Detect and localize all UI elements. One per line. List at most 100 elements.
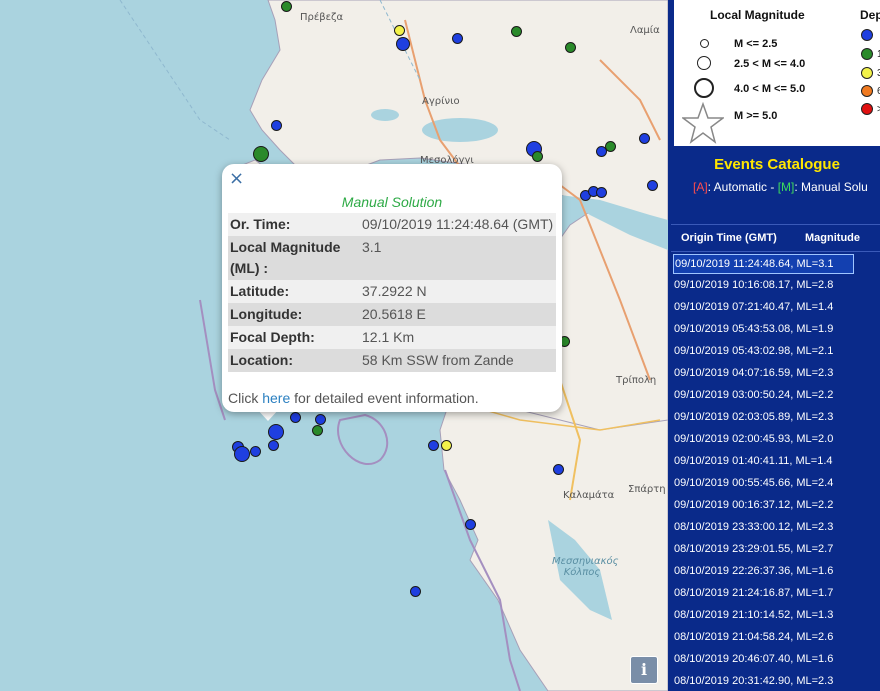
legend-depth-title: Dep (860, 8, 880, 22)
place-sparti: Σπάρτη (628, 484, 666, 495)
detail-value: 12.1 Km (362, 329, 415, 345)
close-icon[interactable]: × (229, 170, 244, 188)
popup-details-table: Or. Time: 09/10/2019 11:24:48.64 (GMT) L… (228, 213, 556, 372)
footer-post: for detailed event information. (290, 390, 479, 406)
detail-row: Focal Depth: 12.1 Km (228, 326, 556, 349)
quake-marker[interactable] (511, 26, 522, 37)
quake-marker[interactable] (271, 120, 282, 131)
quake-marker[interactable] (605, 141, 616, 152)
detail-value: 37.2922 N (362, 283, 427, 299)
automatic-text: : Automatic - (707, 180, 778, 194)
quake-marker[interactable] (250, 446, 261, 457)
event-row[interactable]: 09/10/2019 02:00:45.93, ML=2.0 (673, 430, 852, 448)
depth-dot-blue (861, 29, 873, 41)
quake-marker[interactable] (639, 133, 650, 144)
side-panel: Local Magnitude Dep M <= 2.5 2.5 < M <= … (668, 0, 880, 691)
quake-marker[interactable] (315, 414, 326, 425)
event-row[interactable]: 09/10/2019 00:16:37.12, ML=2.2 (673, 496, 852, 514)
event-row[interactable]: 08/10/2019 20:31:42.90, ML=2.3 (673, 672, 852, 690)
quake-marker[interactable] (452, 33, 463, 44)
legend-row: M >= 5.0 (734, 110, 778, 122)
catalogue-title: Events Catalogue (714, 156, 840, 173)
place-preveza: Πρέβεζα (300, 12, 344, 23)
event-popup: × Manual Solution Or. Time: 09/10/2019 1… (222, 164, 562, 412)
event-row[interactable]: 08/10/2019 22:26:37.36, ML=1.6 (673, 562, 852, 580)
detail-label: Local Magnitude (ML) : (230, 239, 341, 276)
quake-marker[interactable] (441, 440, 452, 451)
detail-row: Latitude: 37.2922 N (228, 280, 556, 303)
place-kalamata: Καλαμάτα (563, 490, 615, 501)
depth-dot-green (861, 48, 873, 60)
legend-title: Local Magnitude (710, 8, 805, 22)
quake-marker[interactable] (647, 180, 658, 191)
legend-circle-large (694, 78, 714, 98)
quake-marker[interactable] (596, 187, 607, 198)
place-messiniakos: Μεσσηνιακός Κόλπος (552, 556, 619, 578)
quake-marker[interactable] (428, 440, 439, 451)
event-row[interactable]: 08/10/2019 20:46:07.40, ML=1.6 (673, 650, 852, 668)
popup-title: Manual Solution (341, 194, 443, 210)
footer-pre: Click (228, 390, 263, 406)
popup-footer: Click here for detailed event informatio… (228, 390, 479, 406)
quake-marker[interactable] (253, 146, 269, 162)
event-row[interactable]: 09/10/2019 11:24:48.64, ML=3.1 (673, 254, 854, 274)
detail-row: Or. Time: 09/10/2019 11:24:48.64 (GMT) (228, 213, 556, 236)
quake-marker[interactable] (532, 151, 543, 162)
event-row[interactable]: 08/10/2019 21:04:58.24, ML=2.6 (673, 628, 852, 646)
event-row[interactable]: 08/10/2019 23:29:01.55, ML=2.7 (673, 540, 852, 558)
legend-row: 4.0 < M <= 5.0 (734, 83, 806, 95)
manual-tag: [M] (777, 180, 795, 194)
detail-label: Location: (230, 352, 293, 368)
quake-marker[interactable] (565, 42, 576, 53)
event-row[interactable]: 09/10/2019 10:16:08.17, ML=2.8 (673, 276, 852, 294)
column-origin-time[interactable]: Origin Time (GMT) (681, 232, 777, 244)
detail-value: 58 Km SSW from Zande (362, 352, 514, 368)
event-row[interactable]: 09/10/2019 04:07:16.59, ML=2.3 (673, 364, 852, 382)
depth-dot-red (861, 103, 873, 115)
map-view[interactable]: Πρέβεζα Λαμία Αγρίνιο Μεσολόγγι Τρίπολη … (0, 0, 668, 691)
column-magnitude[interactable]: Magnitude (805, 232, 860, 244)
details-link[interactable]: here (262, 390, 290, 406)
detail-label: Longitude: (230, 306, 303, 322)
detail-label: Focal Depth: (230, 329, 315, 345)
legend-circle-medium (697, 56, 711, 70)
quake-marker[interactable] (394, 25, 405, 36)
event-row[interactable]: 09/10/2019 02:03:05.89, ML=2.3 (673, 408, 852, 426)
automatic-tag: [A] (693, 180, 708, 194)
event-row[interactable]: 09/10/2019 07:21:40.47, ML=1.4 (673, 298, 852, 316)
manual-text: : Manual Solu (794, 180, 868, 194)
detail-row: Location: 58 Km SSW from Zande (228, 349, 556, 372)
legend-circle-small (700, 39, 709, 48)
depth-dot-yellow (861, 67, 873, 79)
legend: Local Magnitude Dep M <= 2.5 2.5 < M <= … (674, 0, 880, 146)
quake-marker[interactable] (396, 37, 410, 51)
event-row[interactable]: 08/10/2019 23:33:00.12, ML=2.3 (673, 518, 852, 536)
quake-marker[interactable] (281, 1, 292, 12)
event-row[interactable]: 08/10/2019 21:10:14.52, ML=1.3 (673, 606, 852, 624)
event-row[interactable]: 09/10/2019 03:00:50.24, ML=2.2 (673, 386, 852, 404)
info-button[interactable]: i (630, 656, 658, 684)
event-row[interactable]: 08/10/2019 21:24:16.87, ML=1.7 (673, 584, 852, 602)
quake-marker-selected[interactable] (268, 424, 284, 440)
place-agrinio: Αγρίνιο (422, 96, 460, 107)
quake-marker[interactable] (312, 425, 323, 436)
quake-marker[interactable] (268, 440, 279, 451)
quake-marker[interactable] (290, 412, 301, 423)
detail-label: Latitude: (230, 283, 290, 299)
event-row[interactable]: 09/10/2019 01:40:41.11, ML=1.4 (673, 452, 852, 470)
legend-row: 2.5 < M <= 4.0 (734, 58, 806, 70)
depth-dot-orange (861, 85, 873, 97)
place-tripoli: Τρίπολη (616, 375, 657, 386)
quake-marker[interactable] (465, 519, 476, 530)
detail-value: 3.1 (362, 239, 382, 255)
star-icon (682, 102, 724, 144)
catalogue-header: Origin Time (GMT) Magnitude (671, 224, 880, 252)
detail-value: 09/10/2019 11:24:48.64 (GMT) (362, 216, 554, 232)
event-row[interactable]: 09/10/2019 00:55:45.66, ML=2.4 (673, 474, 852, 492)
quake-marker[interactable] (234, 446, 250, 462)
event-row[interactable]: 09/10/2019 05:43:53.08, ML=1.9 (673, 320, 852, 338)
quake-marker[interactable] (553, 464, 564, 475)
event-row[interactable]: 09/10/2019 05:43:02.98, ML=2.1 (673, 342, 852, 360)
detail-row: Longitude: 20.5618 E (228, 303, 556, 326)
quake-marker[interactable] (410, 586, 421, 597)
